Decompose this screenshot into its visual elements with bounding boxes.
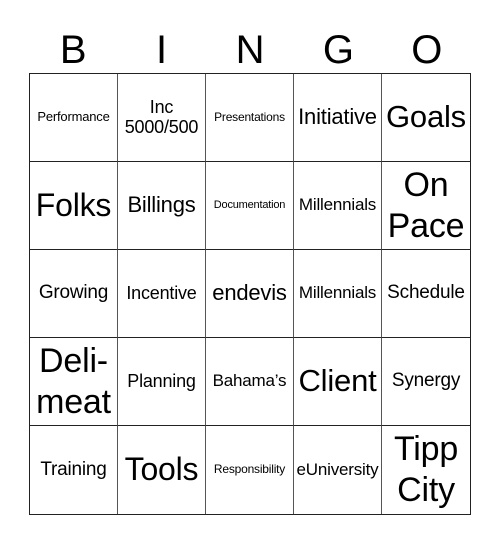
header-letter-o: O	[411, 28, 443, 72]
bingo-cell: Folks	[30, 162, 118, 250]
bingo-header: B I N G O	[29, 28, 471, 72]
header-letter-b: B	[59, 28, 87, 72]
bingo-cell: Initiative	[294, 74, 382, 162]
header-letter-n: N	[235, 28, 265, 72]
bingo-grid: Performance Inc 5000/500 Presentations I…	[29, 73, 471, 515]
bingo-cell: On Pace	[382, 162, 470, 250]
bingo-cell: Training	[30, 426, 118, 514]
bingo-cell: Millennials	[294, 250, 382, 338]
bingo-cell: Responsibility	[206, 426, 294, 514]
bingo-cell: Deli- meat	[30, 338, 118, 426]
bingo-cell: eUniversity	[294, 426, 382, 514]
bingo-cell: Bahama’s	[206, 338, 294, 426]
header-letter-g: G	[322, 28, 354, 72]
bingo-cell: Schedule	[382, 250, 470, 338]
header-letter-i: I	[156, 28, 168, 72]
bingo-cell: Goals	[382, 74, 470, 162]
bingo-cell: Incentive	[118, 250, 206, 338]
bingo-cell: Performance	[30, 74, 118, 162]
bingo-cell: Documentation	[206, 162, 294, 250]
bingo-cell: Billings	[118, 162, 206, 250]
bingo-cell: Millennials	[294, 162, 382, 250]
bingo-cell: Synergy	[382, 338, 470, 426]
bingo-cell: Tools	[118, 426, 206, 514]
bingo-cell: endevis	[206, 250, 294, 338]
bingo-cell: Client	[294, 338, 382, 426]
bingo-cell: Presentations	[206, 74, 294, 162]
bingo-cell: Growing	[30, 250, 118, 338]
bingo-cell: Inc 5000/500	[118, 74, 206, 162]
bingo-cell: Tipp City	[393, 430, 459, 509]
bingo-cell: Planning	[118, 338, 206, 426]
